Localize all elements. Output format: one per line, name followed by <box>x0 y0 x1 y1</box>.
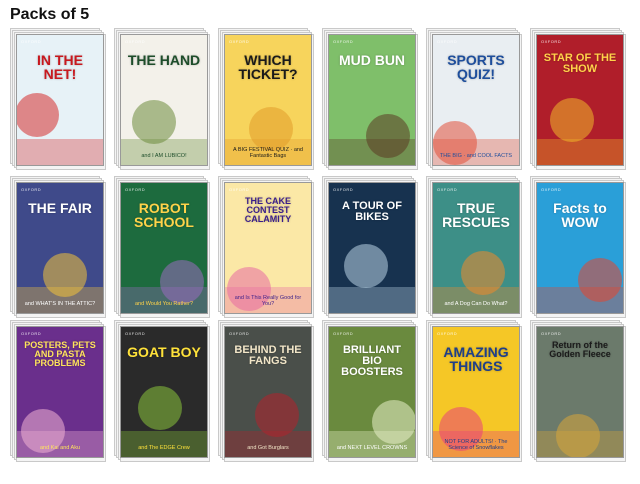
book-title: STAR OF THE SHOW <box>543 52 617 75</box>
book-pack-item[interactable]: OXFORD A TOUR OF BIKES <box>322 176 418 318</box>
book-title: WHICH TICKET? <box>238 52 298 82</box>
book-subtitle: and WHAT'S IN THE ATTIC? <box>24 300 96 307</box>
book-pack-item[interactable]: OXFORD SPORTS QUIZ! THE BIG · and COOL FAC… <box>426 28 522 170</box>
book-cover[interactable]: OXFORD BEHIND THE FANGS and Got Burglars <box>224 326 312 458</box>
publisher-logo: OXFORD <box>229 331 250 336</box>
book-pack-item[interactable]: OXFORD ROBOT SCHOOL and Would You Rather? <box>114 176 210 318</box>
book-subtitle: and Is This Really Good for You? <box>234 294 302 307</box>
book-cover[interactable]: OXFORD STAR OF THE SHOW <box>536 34 624 166</box>
cover-art-shape <box>255 393 299 437</box>
book-subtitle: NOT FOR ADULTS! · The Science of Snowfla… <box>444 438 508 451</box>
book-title: BEHIND THE FANGS <box>234 344 302 367</box>
publisher-logo: OXFORD <box>229 39 250 44</box>
cover-art-ground <box>537 139 623 165</box>
book-pack-item[interactable]: OXFORD IN THE NET! <box>10 28 106 170</box>
publisher-logo: OXFORD <box>437 39 458 44</box>
book-cover[interactable]: OXFORD TRUE RESCUES and A Dog Can Do What? <box>432 182 520 314</box>
book-subtitle: and The EDGE Crew <box>138 444 190 451</box>
book-pack-item[interactable]: OXFORD BRILLIANT BIO BOOSTERS and NEXT LEV… <box>322 320 418 462</box>
publisher-logo: OXFORD <box>229 187 250 192</box>
publisher-logo: OXFORD <box>333 187 354 192</box>
book-pack-item[interactable]: OXFORD THE FAIR and WHAT'S IN THE ATTIC? <box>10 176 106 318</box>
book-pack-item[interactable]: OXFORD GOAT BOY and The EDGE Crew <box>114 320 210 462</box>
book-cover[interactable]: OXFORD AMAZING THINGS NOT FOR ADULTS! · Th… <box>432 326 520 458</box>
cover-art-shape <box>132 100 176 144</box>
book-cover[interactable]: OXFORD ROBOT SCHOOL and Would You Rather? <box>120 182 208 314</box>
book-pack-item[interactable]: OXFORD TRUE RESCUES and A Dog Can Do What? <box>426 176 522 318</box>
book-pack-item[interactable]: OXFORD Facts to WOW <box>530 176 626 318</box>
book-cover[interactable]: OXFORD IN THE NET! <box>16 34 104 166</box>
book-title: GOAT BOY <box>127 344 201 360</box>
book-title: THE HAND <box>127 52 201 68</box>
book-title: Facts to WOW <box>553 200 607 230</box>
publisher-logo: OXFORD <box>125 187 146 192</box>
publisher-logo: OXFORD <box>21 331 42 336</box>
publisher-logo: OXFORD <box>21 39 42 44</box>
cover-art-ground <box>329 139 415 165</box>
publisher-logo: OXFORD <box>125 331 146 336</box>
book-title: ROBOT SCHOOL <box>134 200 194 230</box>
publisher-logo: OXFORD <box>437 187 458 192</box>
book-cover[interactable]: OXFORD SPORTS QUIZ! THE BIG · and COOL FAC… <box>432 34 520 166</box>
book-cover[interactable]: OXFORD THE FAIR and WHAT'S IN THE ATTIC? <box>16 182 104 314</box>
book-title: THE CAKE CONTEST CALAMITY <box>244 196 292 224</box>
cover-art-shape <box>138 386 182 430</box>
book-title: MUD BUN <box>338 52 406 68</box>
book-title: THE FAIR <box>28 200 92 216</box>
book-title: AMAZING THINGS <box>443 344 509 374</box>
book-cover[interactable]: OXFORD MUD BUN <box>328 34 416 166</box>
book-pack-item[interactable]: OXFORD THE HAND and I AM LUBICO! <box>114 28 210 170</box>
book-pack-item[interactable]: OXFORD POSTERS, PETS AND PASTA PROBLEMS an… <box>10 320 106 462</box>
book-cover[interactable]: OXFORD Facts to WOW <box>536 182 624 314</box>
book-cover[interactable]: OXFORD WHICH TICKET? A BIG FESTIVAL QUIZ ·… <box>224 34 312 166</box>
book-cover[interactable]: OXFORD THE CAKE CONTEST CALAMITY and Is Th… <box>224 182 312 314</box>
book-cover[interactable]: OXFORD THE HAND and I AM LUBICO! <box>120 34 208 166</box>
cover-art-ground <box>537 431 623 457</box>
cover-art-ground <box>17 139 103 165</box>
book-cover[interactable]: OXFORD POSTERS, PETS AND PASTA PROBLEMS an… <box>16 326 104 458</box>
cover-art-ground <box>329 287 415 313</box>
publisher-logo: OXFORD <box>21 187 42 192</box>
book-subtitle: THE BIG · and COOL FACTS <box>439 152 513 159</box>
book-pack-item[interactable]: OXFORD BEHIND THE FANGS and Got Burglars <box>218 320 314 462</box>
book-cover[interactable]: OXFORD Return of the Golden Fleece <box>536 326 624 458</box>
cover-art-shape <box>17 93 59 137</box>
book-cover[interactable]: OXFORD A TOUR OF BIKES <box>328 182 416 314</box>
book-cover[interactable]: OXFORD BRILLIANT BIO BOOSTERS and NEXT LEV… <box>328 326 416 458</box>
book-title: SPORTS QUIZ! <box>447 52 505 82</box>
book-subtitle: and Would You Rather? <box>135 300 193 307</box>
publisher-logo: OXFORD <box>541 39 562 44</box>
book-subtitle: A BIG FESTIVAL QUIZ · and Fantastic Bags <box>233 146 303 159</box>
book-pack-item[interactable]: OXFORD AMAZING THINGS NOT FOR ADULTS! · Th… <box>426 320 522 462</box>
page-title: Packs of 5 <box>10 6 90 23</box>
book-pack-item[interactable]: OXFORD Return of the Golden Fleece <box>530 320 626 462</box>
book-title: TRUE RESCUES <box>442 200 510 230</box>
book-title: POSTERS, PETS AND PASTA PROBLEMS <box>24 340 96 368</box>
book-subtitle: and Got Burglars <box>247 444 289 451</box>
book-pack-item[interactable]: OXFORD MUD BUN <box>322 28 418 170</box>
publisher-logo: OXFORD <box>125 39 146 44</box>
book-subtitle: and Kai and Aku <box>39 444 81 451</box>
book-cover[interactable]: OXFORD GOAT BOY and The EDGE Crew <box>120 326 208 458</box>
publisher-logo: OXFORD <box>333 331 354 336</box>
book-title: BRILLIANT BIO BOOSTERS <box>341 344 403 378</box>
book-title: IN THE NET! <box>37 52 83 82</box>
book-pack-item[interactable]: OXFORD STAR OF THE SHOW <box>530 28 626 170</box>
book-title: A TOUR OF BIKES <box>342 200 402 223</box>
publisher-logo: OXFORD <box>333 39 354 44</box>
publisher-logo: OXFORD <box>541 331 562 336</box>
book-pack-item[interactable]: OXFORD WHICH TICKET? A BIG FESTIVAL QUIZ ·… <box>218 28 314 170</box>
book-subtitle: and I AM LUBICO! <box>141 152 187 159</box>
publisher-logo: OXFORD <box>437 331 458 336</box>
cover-art-ground <box>537 287 623 313</box>
book-title: Return of the Golden Fleece <box>549 340 611 359</box>
cover-art-shape <box>344 244 388 288</box>
publisher-logo: OXFORD <box>541 187 562 192</box>
book-subtitle: and A Dog Can Do What? <box>444 300 508 307</box>
book-subtitle: and NEXT LEVEL CROWNS <box>336 444 408 451</box>
book-pack-item[interactable]: OXFORD THE CAKE CONTEST CALAMITY and Is Th… <box>218 176 314 318</box>
cover-art-shape <box>550 98 594 142</box>
